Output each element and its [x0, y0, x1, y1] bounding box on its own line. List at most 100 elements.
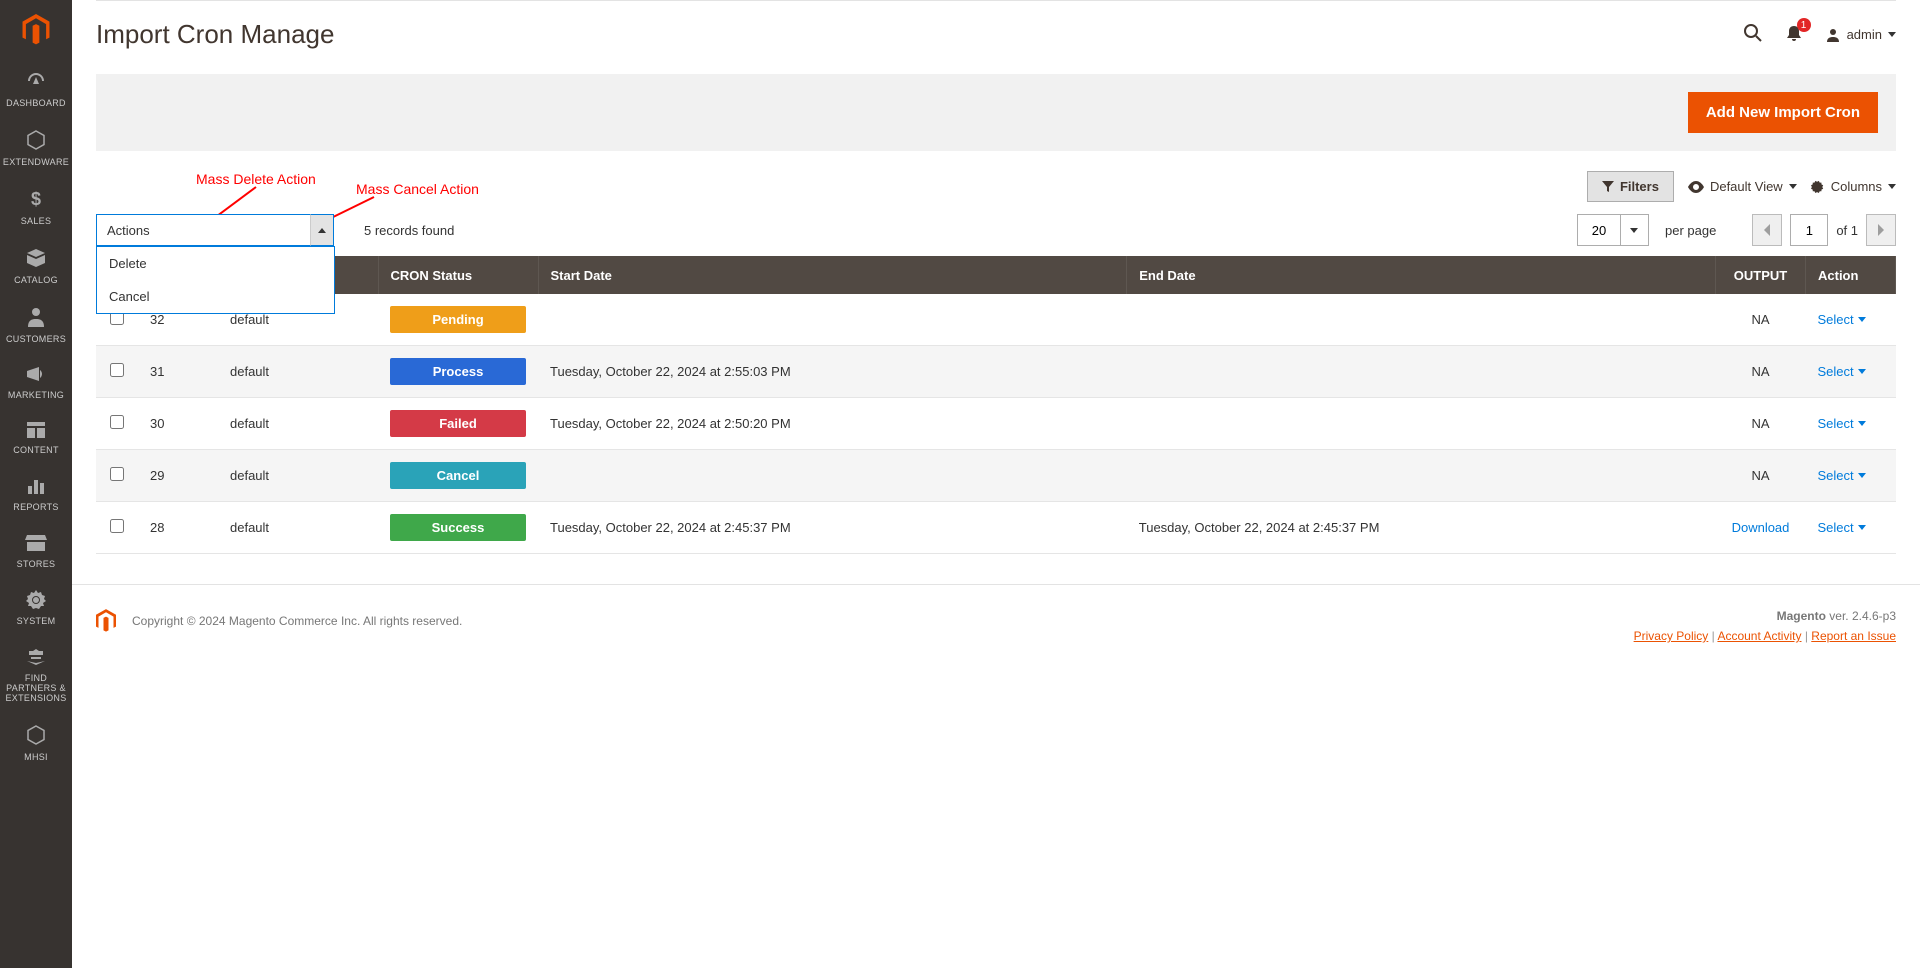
bars-icon [26, 476, 46, 499]
row-checkbox[interactable] [110, 415, 124, 429]
per-page-label: per page [1665, 223, 1716, 238]
partners-icon [25, 647, 47, 670]
chevron-right-icon [1877, 224, 1885, 236]
output-value: NA [1751, 364, 1769, 379]
columns-button[interactable]: Columns [1811, 179, 1896, 194]
sidebar-item-dashboard[interactable]: DASHBOARD [0, 60, 72, 119]
notification-badge: 1 [1797, 18, 1811, 32]
sidebar-item-system[interactable]: SYSTEM [0, 580, 72, 637]
current-page-input[interactable] [1790, 214, 1828, 246]
table-row: 31defaultProcessTuesday, October 22, 202… [96, 346, 1896, 398]
layout-icon [26, 421, 46, 442]
page-size-dropdown-button[interactable] [1621, 214, 1649, 246]
sidebar-item-label: SALES [21, 217, 52, 227]
mass-action-delete[interactable]: Delete [97, 247, 334, 280]
sidebar-item-extendware[interactable]: EXTENDWARE [0, 119, 72, 178]
cell-start-date: Tuesday, October 22, 2024 at 2:45:37 PM [538, 502, 1127, 554]
data-grid: ID Store CRON Status Start Date End Date… [96, 256, 1896, 554]
mass-actions-button[interactable]: Actions [96, 214, 311, 246]
sidebar-item-marketing[interactable]: MARKETING [0, 354, 72, 411]
primary-action-bar: Add New Import Cron [96, 74, 1896, 151]
table-row: 28defaultSuccessTuesday, October 22, 202… [96, 502, 1896, 554]
chevron-down-icon [1888, 184, 1896, 189]
sidebar-item-label: CUSTOMERS [6, 335, 66, 345]
cell-id: 29 [138, 450, 218, 502]
stores-icon [25, 533, 47, 556]
sidebar-item-label: REPORTS [13, 503, 58, 513]
of-pages-label: of 1 [1836, 223, 1858, 238]
row-action-select[interactable]: Select [1818, 468, 1866, 483]
magento-logo-icon [96, 609, 116, 633]
add-new-import-cron-button[interactable]: Add New Import Cron [1688, 92, 1878, 133]
row-action-select[interactable]: Select [1818, 520, 1866, 535]
copyright-text: Copyright © 2024 Magento Commerce Inc. A… [132, 614, 462, 628]
table-row: 29defaultCancelNASelect [96, 450, 1896, 502]
row-action-select[interactable]: Select [1818, 312, 1866, 327]
mass-actions-dropdown: Delete Cancel [96, 246, 335, 314]
col-output[interactable]: OUTPUT [1716, 256, 1806, 294]
status-badge: Success [390, 514, 526, 541]
sidebar-item-customers[interactable]: CUSTOMERS [0, 296, 72, 355]
sidebar-item-label: FIND PARTNERS & EXTENSIONS [2, 674, 70, 704]
sidebar-item-sales[interactable]: $SALES [0, 178, 72, 237]
cell-start-date: Tuesday, October 22, 2024 at 2:50:20 PM [538, 398, 1127, 450]
filters-button[interactable]: Filters [1587, 171, 1674, 202]
person-icon [27, 306, 45, 331]
cell-id: 30 [138, 398, 218, 450]
page-size-input[interactable] [1577, 214, 1621, 246]
privacy-policy-link[interactable]: Privacy Policy [1634, 629, 1709, 643]
mass-actions-toggle[interactable] [310, 214, 334, 246]
grid-actions-row: Actions Delete Cancel 5 records found pe… [72, 214, 1920, 256]
chevron-down-icon [1858, 421, 1866, 426]
row-action-select[interactable]: Select [1818, 416, 1866, 431]
sidebar-item-reports[interactable]: REPORTS [0, 466, 72, 523]
report-issue-link[interactable]: Report an Issue [1811, 629, 1896, 643]
cell-end-date: Tuesday, October 22, 2024 at 2:45:37 PM [1127, 502, 1716, 554]
sidebar-item-find-partners-extensions[interactable]: FIND PARTNERS & EXTENSIONS [0, 637, 72, 714]
sidebar-item-label: STORES [17, 560, 56, 570]
sidebar-item-label: MARKETING [8, 391, 64, 401]
chevron-down-icon [1888, 32, 1896, 37]
output-value: NA [1751, 312, 1769, 327]
row-checkbox[interactable] [110, 519, 124, 533]
col-cron-status[interactable]: CRON Status [378, 256, 538, 294]
sidebar-item-mhsi[interactable]: MHSI [0, 714, 72, 773]
sidebar-item-content[interactable]: CONTENT [0, 411, 72, 466]
default-view-label: Default View [1710, 179, 1783, 194]
user-icon [1825, 27, 1841, 43]
funnel-icon [1602, 181, 1614, 193]
notification-button[interactable]: 1 [1785, 24, 1803, 45]
cell-end-date [1127, 450, 1716, 502]
row-action-select[interactable]: Select [1818, 364, 1866, 379]
col-action[interactable]: Action [1806, 256, 1896, 294]
row-checkbox[interactable] [110, 467, 124, 481]
cell-end-date [1127, 398, 1716, 450]
main-content: Import Cron Manage 1 admin Add New Impor… [72, 0, 1920, 667]
sidebar-item-catalog[interactable]: CATALOG [0, 237, 72, 296]
output-download-link[interactable]: Download [1732, 520, 1790, 535]
account-activity-link[interactable]: Account Activity [1717, 629, 1801, 643]
output-value: NA [1751, 416, 1769, 431]
header-actions: 1 admin [1743, 23, 1896, 46]
mass-action-cancel[interactable]: Cancel [97, 280, 334, 313]
sidebar-item-stores[interactable]: STORES [0, 523, 72, 580]
megaphone-icon [25, 364, 47, 387]
row-checkbox[interactable] [110, 363, 124, 377]
sidebar-item-label: EXTENDWARE [3, 158, 69, 168]
hex-icon [25, 724, 47, 749]
default-view-button[interactable]: Default View [1688, 179, 1797, 194]
prev-page-button[interactable] [1752, 214, 1782, 246]
chevron-down-icon [1858, 317, 1866, 322]
magento-logo[interactable] [0, 0, 72, 60]
chevron-up-icon [318, 228, 326, 233]
next-page-button[interactable] [1866, 214, 1896, 246]
version-text: ver. 2.4.6-p3 [1829, 609, 1896, 623]
columns-label: Columns [1831, 179, 1882, 194]
search-icon[interactable] [1743, 23, 1763, 46]
status-badge: Failed [390, 410, 526, 437]
col-end-date[interactable]: End Date [1127, 256, 1716, 294]
user-menu[interactable]: admin [1825, 27, 1896, 43]
chevron-down-icon [1630, 228, 1638, 233]
col-start-date[interactable]: Start Date [538, 256, 1127, 294]
sidebar-item-label: MHSI [24, 753, 48, 763]
